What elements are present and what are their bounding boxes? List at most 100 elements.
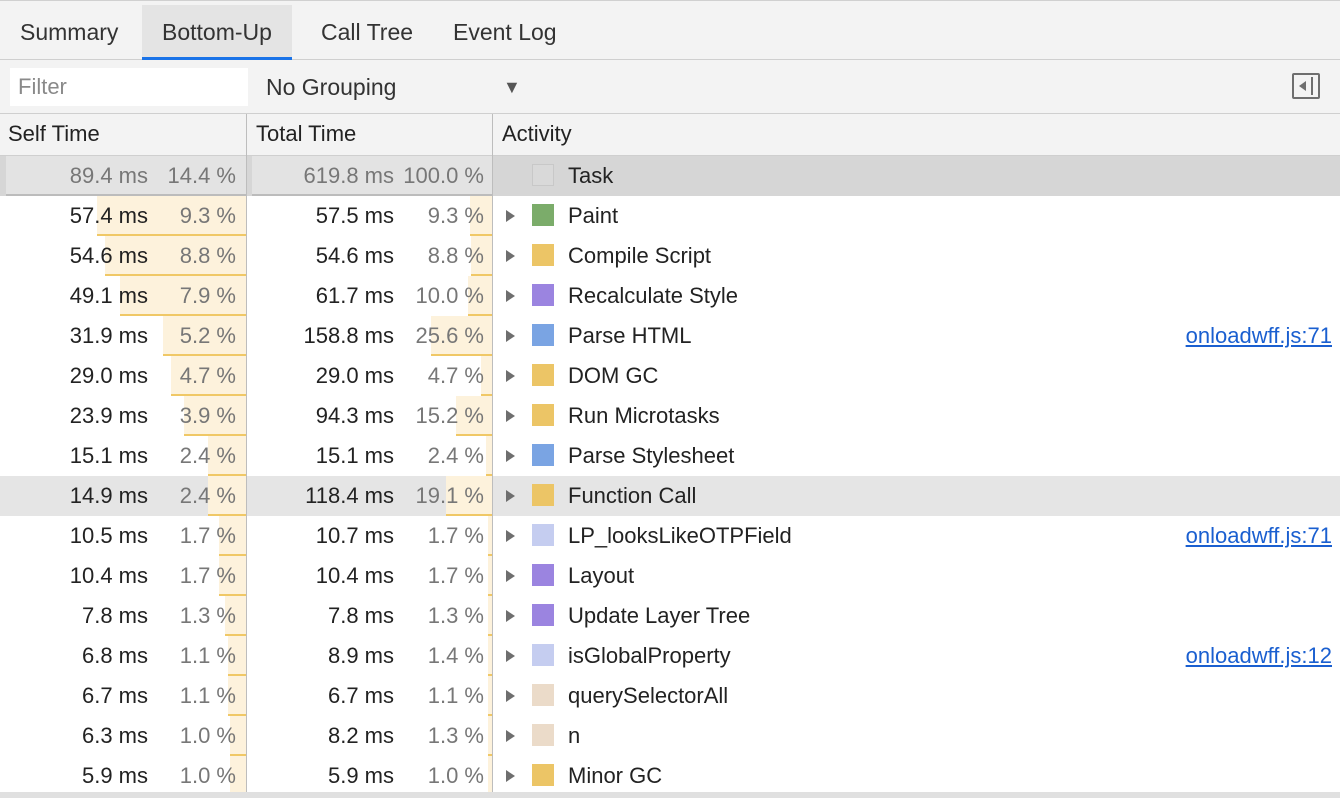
table-row[interactable]: 15.1 ms 2.4 % 15.1 ms 2.4 % Parse Stylesheet [0, 436, 1340, 476]
total-time-value: 619.8 ms [303, 163, 395, 188]
expand-arrow-icon[interactable] [506, 490, 515, 502]
total-time-percent: 19.1 % [415, 483, 485, 508]
activity-name: Recalculate Style [568, 283, 738, 308]
header-activity[interactable]: Activity [502, 114, 572, 155]
column-divider[interactable] [246, 114, 247, 796]
expand-arrow-icon[interactable] [506, 210, 515, 222]
self-time-value: 57.4 ms [69, 203, 148, 228]
expand-arrow-icon[interactable] [506, 370, 515, 382]
expand-arrow-icon[interactable] [506, 770, 515, 782]
table-row[interactable]: 89.4 ms 14.4 % 619.8 ms 100.0 % Task [0, 156, 1340, 196]
tab-summary[interactable]: Summary [0, 5, 138, 59]
self-time-percent: 7.9 % [179, 283, 236, 308]
total-time-percent: 1.4 % [427, 643, 484, 668]
total-time-percent: 10.0 % [415, 283, 485, 308]
tab-bar: Summary Bottom-Up Call Tree Event Log [0, 0, 1340, 60]
expand-arrow-icon[interactable] [506, 250, 515, 262]
total-time-value: 61.7 ms [315, 283, 394, 308]
category-color-swatch [532, 404, 554, 426]
self-time-value: 89.4 ms [69, 163, 148, 188]
expand-arrow-icon[interactable] [506, 530, 515, 542]
table-row[interactable]: 5.9 ms 1.0 % 5.9 ms 1.0 % Minor GC [0, 756, 1340, 796]
activity-name: Minor GC [568, 763, 663, 788]
header-self-time[interactable]: Self Time [8, 114, 100, 155]
expand-arrow-icon[interactable] [506, 730, 515, 742]
chevron-down-icon[interactable]: ▼ [503, 68, 521, 106]
total-time-percent: 8.8 % [427, 243, 484, 268]
total-time-percent: 2.4 % [427, 443, 484, 468]
table-row[interactable]: 6.3 ms 1.0 % 8.2 ms 1.3 % n [0, 716, 1340, 756]
total-time-value: 5.9 ms [327, 763, 394, 788]
header-total-time[interactable]: Total Time [256, 114, 356, 155]
table-row[interactable]: 14.9 ms 2.4 % 118.4 ms 19.1 % Function Call [0, 476, 1340, 516]
activity-name: Task [568, 163, 614, 188]
grouping-select[interactable]: No Grouping [266, 68, 396, 106]
category-color-swatch [532, 764, 554, 786]
horizontal-scrollbar[interactable] [0, 792, 1340, 798]
category-color-swatch [532, 164, 554, 186]
total-time-percent: 1.0 % [427, 763, 484, 788]
expand-arrow-icon[interactable] [506, 610, 515, 622]
table-row[interactable]: 54.6 ms 8.8 % 54.6 ms 8.8 % Compile Script [0, 236, 1340, 276]
activity-name: isGlobalProperty [568, 643, 731, 668]
total-time-value: 54.6 ms [315, 243, 394, 268]
self-time-percent: 1.3 % [179, 603, 236, 628]
tab-event-log[interactable]: Event Log [433, 5, 577, 59]
table-row[interactable]: 6.7 ms 1.1 % 6.7 ms 1.1 % querySelectorAll [0, 676, 1340, 716]
total-time-percent: 4.7 % [427, 363, 484, 388]
table-row[interactable]: 23.9 ms 3.9 % 94.3 ms 15.2 % Run Microtasks [0, 396, 1340, 436]
table-row[interactable]: 6.8 ms 1.1 % 8.9 ms 1.4 % isGlobalProperty on… [0, 636, 1340, 676]
expand-arrow-icon[interactable] [506, 450, 515, 462]
expand-arrow-icon[interactable] [506, 650, 515, 662]
tab-call-tree[interactable]: Call Tree [301, 5, 433, 59]
expand-arrow-icon[interactable] [506, 330, 515, 342]
self-time-value: 10.5 ms [69, 523, 148, 548]
total-time-value: 94.3 ms [315, 403, 394, 428]
self-time-percent: 5.2 % [179, 323, 236, 348]
total-time-percent: 1.3 % [427, 603, 484, 628]
self-time-value: 23.9 ms [69, 403, 148, 428]
activity-name: LP_looksLikeOTPField [568, 523, 792, 548]
category-color-swatch [532, 204, 554, 226]
self-time-value: 54.6 ms [69, 243, 148, 268]
toggle-sidebar-icon[interactable] [1292, 73, 1320, 99]
table-row[interactable]: 7.8 ms 1.3 % 7.8 ms 1.3 % Update Layer Tree [0, 596, 1340, 636]
column-divider[interactable] [492, 114, 493, 796]
total-time-percent: 1.7 % [427, 523, 484, 548]
activity-name: Run Microtasks [568, 403, 720, 428]
table-row[interactable]: 29.0 ms 4.7 % 29.0 ms 4.7 % DOM GC [0, 356, 1340, 396]
activity-name: DOM GC [568, 363, 659, 388]
activity-name: n [568, 723, 581, 748]
self-time-value: 49.1 ms [69, 283, 148, 308]
filter-input[interactable] [10, 68, 248, 106]
expand-arrow-icon[interactable] [506, 690, 515, 702]
expand-arrow-icon[interactable] [506, 570, 515, 582]
table-row[interactable]: 49.1 ms 7.9 % 61.7 ms 10.0 % Recalculate Sty… [0, 276, 1340, 316]
table-row[interactable]: 10.4 ms 1.7 % 10.4 ms 1.7 % Layout [0, 556, 1340, 596]
self-time-percent: 1.0 % [179, 723, 236, 748]
expand-arrow-icon[interactable] [506, 290, 515, 302]
category-color-swatch [532, 564, 554, 586]
total-time-value: 29.0 ms [315, 363, 394, 388]
source-link[interactable]: onloadwff.js:71 [1186, 516, 1332, 556]
total-time-value: 8.2 ms [327, 723, 394, 748]
activity-name: Layout [568, 563, 635, 588]
table-row[interactable]: 57.4 ms 9.3 % 57.5 ms 9.3 % Paint [0, 196, 1340, 236]
table-row[interactable]: 31.9 ms 5.2 % 158.8 ms 25.6 % Parse HTML onlo… [0, 316, 1340, 356]
source-link[interactable]: onloadwff.js:12 [1186, 636, 1332, 676]
category-color-swatch [532, 364, 554, 386]
self-time-value: 6.3 ms [81, 723, 148, 748]
activity-name: Function Call [568, 483, 697, 508]
tab-bottom-up[interactable]: Bottom-Up [142, 5, 292, 60]
activity-name: Parse Stylesheet [568, 443, 735, 468]
total-time-value: 6.7 ms [327, 683, 394, 708]
self-time-percent: 9.3 % [179, 203, 236, 228]
source-link[interactable]: onloadwff.js:71 [1186, 316, 1332, 356]
expand-arrow-icon[interactable] [506, 410, 515, 422]
activity-name: querySelectorAll [568, 683, 729, 708]
self-time-value: 10.4 ms [69, 563, 148, 588]
table-row[interactable]: 10.5 ms 1.7 % 10.7 ms 1.7 % LP_looksLikeOTPF… [0, 516, 1340, 556]
self-time-value: 15.1 ms [69, 443, 148, 468]
total-time-value: 8.9 ms [327, 643, 394, 668]
total-time-value: 10.7 ms [315, 523, 394, 548]
